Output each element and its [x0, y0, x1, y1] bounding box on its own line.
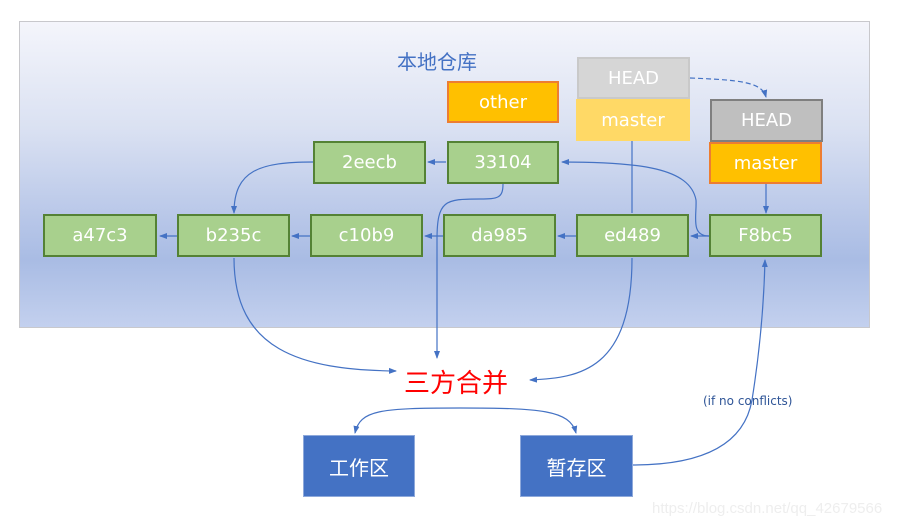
new-master-ref: master: [709, 142, 822, 184]
commit-b235c: b235c: [177, 214, 290, 257]
commit-a47c3: a47c3: [43, 214, 157, 257]
arrow-merge-working: [353, 407, 461, 434]
no-conflicts-note: (if no conflicts): [703, 394, 793, 408]
commit-f8bc5: F8bc5: [709, 214, 822, 257]
local-repository-title: 本地仓库: [397, 50, 477, 74]
old-master-ref: master: [576, 99, 690, 141]
commit-c10b9: c10b9: [310, 214, 423, 257]
three-way-merge-label: 三方合并: [404, 369, 509, 399]
other-branch-ref: other: [447, 81, 559, 123]
staging-area-box: 暂存区: [520, 435, 633, 497]
arrow-merge-staging: [459, 407, 578, 434]
commit-ed489: ed489: [576, 214, 689, 257]
commit-2eecb: 2eecb: [313, 141, 426, 184]
old-head-ref: HEAD: [577, 57, 690, 99]
working-directory-box: 工作区: [303, 435, 415, 497]
new-head-ref: HEAD: [710, 99, 823, 142]
commit-33104: 33104: [447, 141, 559, 184]
commit-da985: da985: [443, 214, 556, 257]
watermark: https://blog.csdn.net/qq_42679566: [652, 500, 883, 517]
